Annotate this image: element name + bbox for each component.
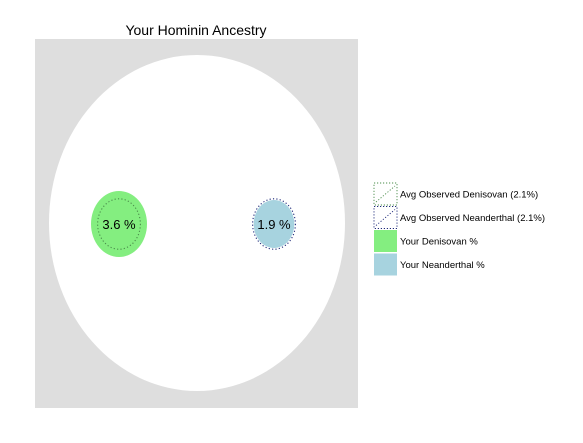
legend-item: Avg Observed Neanderthal (2.1%) [373, 206, 545, 229]
hominin-ancestry-chart: Your Hominin Ancestry 3.6 % 1.9 % Avg Obs… [35, 22, 545, 408]
legend-item: Your Neanderthal % [374, 253, 485, 276]
chart-title: Your Hominin Ancestry [125, 22, 266, 38]
legend-item: Your Denisovan % [374, 230, 478, 252]
legend-label: Avg Observed Neanderthal (2.1%) [400, 213, 545, 224]
legend: Avg Observed Denisovan (2.1%) Avg Observe… [373, 182, 545, 276]
denisovan-value-label: 3.6 % [102, 217, 136, 232]
legend-swatch [373, 206, 398, 229]
legend-label: Your Neanderthal % [400, 260, 485, 271]
legend-item: Avg Observed Denisovan (2.1%) [373, 182, 538, 206]
legend-swatch [374, 230, 397, 252]
legend-label: Your Denisovan % [400, 237, 478, 248]
legend-swatch [374, 253, 397, 276]
neanderthal-value-label: 1.9 % [257, 217, 291, 232]
legend-swatch [373, 182, 398, 206]
legend-label: Avg Observed Denisovan (2.1%) [400, 190, 538, 201]
